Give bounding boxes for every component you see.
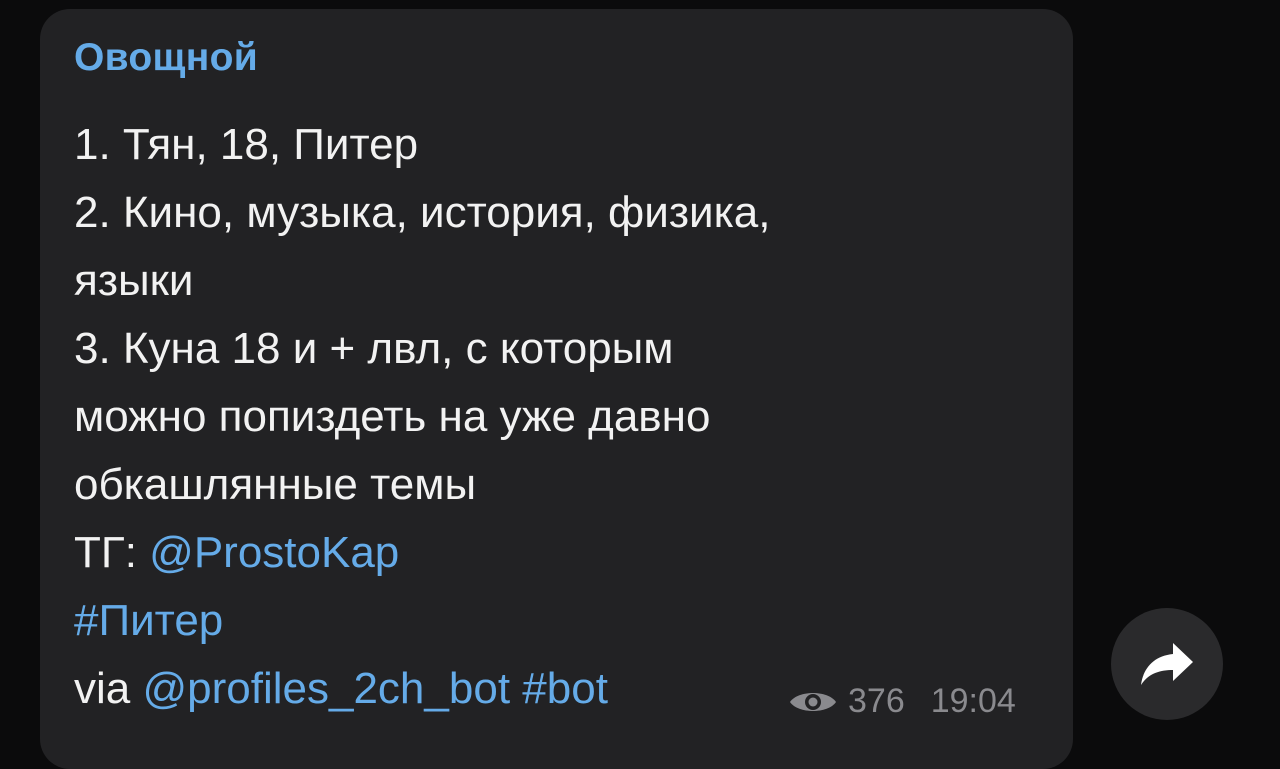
share-button[interactable] xyxy=(1111,608,1223,720)
tg-username-link[interactable]: @ProstoKap xyxy=(149,528,399,577)
tg-prefix: ТГ: xyxy=(74,528,150,577)
message-line: можно попиздеть на уже давно xyxy=(74,392,711,441)
view-count: 376 xyxy=(848,682,905,720)
message-line: языки xyxy=(74,256,194,305)
hashtag-link[interactable]: #Питер xyxy=(74,596,223,645)
message-meta: 376 19:04 xyxy=(788,682,1016,721)
tg-line: ТГ: @ProstoKap xyxy=(74,519,1054,587)
message-text: 1. Тян, 18, Питер 2. Кино, музыка, истор… xyxy=(74,111,1054,723)
message-line: 2. Кино, музыка, история, физика, xyxy=(74,188,771,237)
bot-hashtag-link[interactable]: #bot xyxy=(522,664,608,713)
channel-name[interactable]: Овощной xyxy=(74,36,258,80)
hashtag-line: #Питер xyxy=(74,587,1054,655)
message-line: 1. Тян, 18, Питер xyxy=(74,120,419,169)
message-line: обкашлянные темы xyxy=(74,460,477,509)
share-arrow-icon xyxy=(1141,643,1193,685)
message-time: 19:04 xyxy=(930,682,1016,720)
eye-icon xyxy=(790,692,836,711)
bot-username-link[interactable]: @profiles_2ch_bot xyxy=(142,664,510,713)
message-line: 3. Куна 18 и + лвл, с которым xyxy=(74,324,674,373)
via-prefix: via xyxy=(74,664,143,713)
